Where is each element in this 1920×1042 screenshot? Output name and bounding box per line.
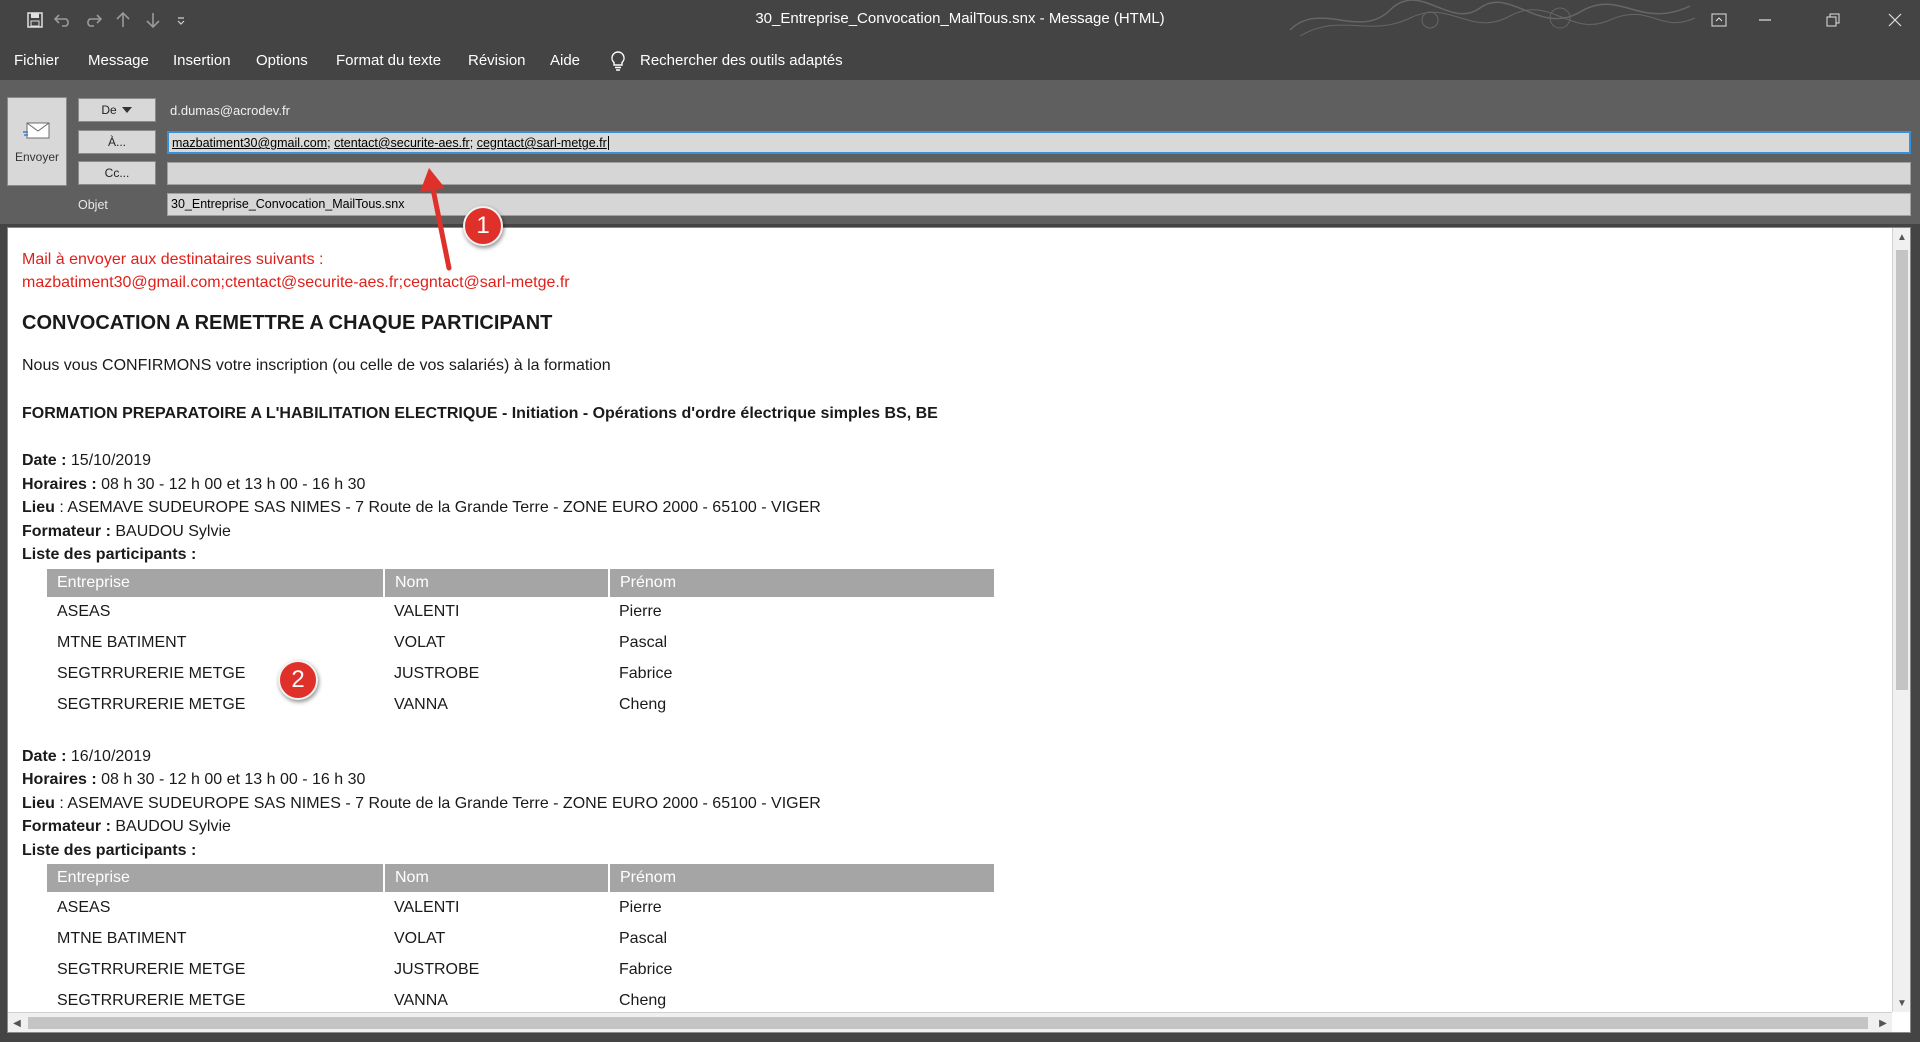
from-button[interactable]: De: [78, 98, 156, 122]
table-row: SEGTRRURERIE METGE JUSTROBE Fabrice: [47, 659, 994, 690]
column-header: Nom: [384, 864, 610, 892]
table-cell: ASEAS: [57, 898, 111, 916]
column-header: Prénom: [609, 568, 994, 597]
scroll-down-icon[interactable]: ▼: [1893, 994, 1910, 1012]
table-cell: VALENTI: [394, 603, 460, 621]
column-header: Nom: [384, 568, 610, 597]
table-cell: SEGTRRURERIE METGE: [57, 960, 246, 978]
from-button-label: De: [101, 103, 117, 117]
horizontal-scrollbar[interactable]: ◀ ▶: [8, 1012, 1892, 1032]
intro-text: Nous vous CONFIRMONS votre inscription (…: [22, 357, 611, 374]
menu-options[interactable]: Options: [256, 52, 308, 69]
to-button[interactable]: À...: [78, 130, 156, 154]
table-row: MTNE BATIMENT VOLAT Pascal: [47, 923, 994, 954]
session-lieu: Lieu : ASEMAVE SUDEUROPE SAS NIMES - 7 R…: [22, 794, 821, 812]
menu-bar: Fichier Message Insertion Options Format…: [0, 40, 1920, 80]
horizontal-scroll-thumb[interactable]: [28, 1017, 1868, 1029]
table-cell: Pascal: [619, 634, 668, 652]
table-row: ASEAS VALENTI Pierre: [47, 892, 994, 923]
table-cell: SEGTRRURERIE METGE: [57, 696, 246, 714]
scroll-up-icon[interactable]: ▲: [1893, 228, 1910, 246]
table-cell: JUSTROBE: [394, 960, 480, 978]
menu-format-texte[interactable]: Format du texte: [336, 52, 441, 69]
table-cell: VALENTI: [394, 898, 460, 916]
annotation-badge-2: 2: [278, 660, 318, 700]
table-cell: SEGTRRURERIE METGE: [57, 665, 246, 683]
session-formateur: Formateur : BAUDOU Sylvie: [22, 522, 231, 540]
send-button[interactable]: Envoyer: [7, 97, 67, 186]
sessions-container: Date : 15/10/2019 Horaires : 08 h 30 - 12…: [22, 449, 1882, 1016]
send-label: Envoyer: [14, 150, 60, 164]
message-body[interactable]: Mail à envoyer aux destinataires suivant…: [7, 227, 1911, 1033]
table-row: SEGTRRURERIE METGE JUSTROBE Fabrice: [47, 954, 994, 985]
session-block: Date : 16/10/2019 Horaires : 08 h 30 - 12…: [22, 745, 1882, 1017]
participants-label: Liste des participants :: [22, 546, 197, 563]
menu-revision[interactable]: Révision: [468, 52, 526, 69]
recipients-list: mazbatiment30@gmail.com;ctentact@securit…: [22, 274, 570, 291]
session-formateur: Formateur : BAUDOU Sylvie: [22, 818, 231, 835]
session-date: Date : 16/10/2019: [22, 747, 151, 765]
annotation-badge-1: 1: [463, 206, 503, 246]
ribbon-display-icon[interactable]: [1696, 6, 1742, 34]
session-lieu: Lieu : ASEMAVE SUDEUROPE SAS NIMES - 7 R…: [22, 499, 821, 516]
text-cursor: [607, 136, 609, 150]
participants-table: Entreprise Nom Prénom ASEAS VALENTI Pierre MTN…: [47, 568, 994, 721]
scroll-right-icon[interactable]: ▶: [1874, 1013, 1892, 1032]
chevron-down-icon: [121, 107, 132, 113]
title-bar: 30_Entreprise_Convocation_MailTous.snx -…: [0, 0, 1920, 40]
from-address: d.dumas@acrodev.fr: [170, 103, 290, 118]
send-icon: [23, 122, 50, 139]
column-header: Entreprise: [47, 864, 385, 892]
table-cell: VOLAT: [394, 929, 446, 947]
title-decoration: [1289, 0, 1696, 37]
recipient-separator: ;: [469, 136, 477, 150]
cc-button[interactable]: Cc...: [78, 161, 156, 185]
lightbulb-icon: [611, 51, 625, 71]
vertical-scroll-thumb[interactable]: [1896, 250, 1908, 690]
message-content: Mail à envoyer aux destinataires suivant…: [22, 248, 1882, 1016]
recipients-notice: Mail à envoyer aux destinataires suivant…: [22, 251, 324, 268]
formation-title: FORMATION PREPARATOIRE A L'HABILITATION …: [22, 405, 938, 422]
column-header: Entreprise: [47, 568, 385, 597]
table-row: ASEAS VALENTI Pierre: [47, 597, 994, 628]
menu-aide[interactable]: Aide: [550, 52, 580, 69]
session-horaires: Horaires : 08 h 30 - 12 h 00 et 13 h 00 …: [22, 475, 366, 493]
scroll-left-icon[interactable]: ◀: [8, 1013, 26, 1032]
recipient-chip[interactable]: mazbatiment30@gmail.com: [172, 136, 327, 150]
convocation-heading: CONVOCATION A REMETTRE A CHAQUE PARTICIP…: [22, 312, 553, 334]
recipient-chip[interactable]: ctentact@securite-aes.fr: [334, 136, 470, 150]
participants-label: Liste des participants :: [22, 841, 197, 859]
close-icon[interactable]: [1872, 6, 1918, 34]
tell-me-search[interactable]: Rechercher des outils adaptés: [640, 52, 843, 69]
subject-label: Objet: [78, 198, 108, 212]
menu-message[interactable]: Message: [88, 52, 149, 69]
table-header-row: Entreprise Nom Prénom: [47, 864, 994, 892]
table-header-row: Entreprise Nom Prénom: [47, 568, 994, 597]
table-cell: ASEAS: [57, 603, 111, 621]
to-field[interactable]: mazbatiment30@gmail.com; ctentact@securi…: [167, 131, 1911, 154]
table-cell: Pascal: [619, 929, 668, 947]
restore-icon[interactable]: [1810, 6, 1856, 34]
table-cell: Cheng: [619, 696, 667, 714]
recipient-chip[interactable]: cegntact@sarl-metge.fr: [477, 136, 607, 150]
table-row: SEGTRRURERIE METGE VANNA Cheng: [47, 690, 994, 721]
table-cell: JUSTROBE: [394, 665, 480, 683]
participants-table: Entreprise Nom Prénom ASEAS VALENTI Pierre MTN…: [47, 864, 994, 1016]
session-horaires: Horaires : 08 h 30 - 12 h 00 et 13 h 00 …: [22, 771, 366, 788]
menu-insertion[interactable]: Insertion: [173, 52, 231, 69]
column-header: Prénom: [609, 864, 994, 892]
vertical-scrollbar[interactable]: ▲ ▼: [1892, 228, 1910, 1012]
menu-fichier[interactable]: Fichier: [14, 52, 59, 69]
table-cell: VANNA: [394, 696, 448, 714]
table-cell: MTNE BATIMENT: [57, 634, 187, 652]
table-cell: VOLAT: [394, 634, 446, 652]
session-date: Date : 15/10/2019: [22, 452, 151, 469]
minimize-icon[interactable]: [1742, 6, 1788, 34]
table-cell: MTNE BATIMENT: [57, 929, 187, 947]
table-cell: Pierre: [619, 603, 662, 621]
table-cell: Fabrice: [619, 960, 673, 978]
table-row: MTNE BATIMENT VOLAT Pascal: [47, 628, 994, 659]
table-cell: Fabrice: [619, 665, 673, 683]
table-cell: Pierre: [619, 898, 662, 916]
